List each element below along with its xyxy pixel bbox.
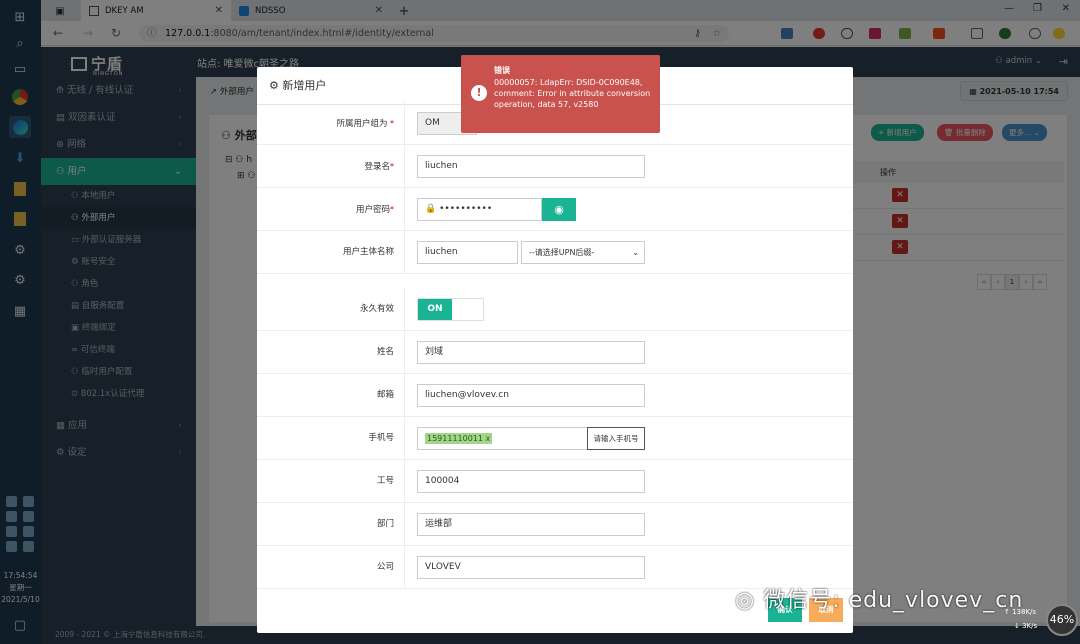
permanent-valid-toggle[interactable]: ON (417, 298, 484, 321)
usage-percent: 46% (1046, 604, 1078, 636)
label-text: 手机号 (368, 433, 394, 443)
net-speed-widget: ↑ 138K/s ↓ 3K/s 46% (1000, 604, 1080, 636)
form-row-login: 登录名* liuchen (257, 145, 853, 188)
label-text: 工号 (376, 476, 394, 486)
label-text: 永久有效 (359, 304, 394, 314)
name-input[interactable]: 刘域 (417, 341, 645, 364)
required-mark: * (387, 119, 394, 128)
password-label: 用户密码* (257, 188, 405, 231)
upn-input[interactable]: liuchen (417, 241, 518, 264)
user-settings-icon: ⚙ (269, 79, 283, 92)
toggle-on-label: ON (418, 299, 452, 320)
company-label: 公司 (257, 546, 405, 589)
label-text: 所属用户组为 (336, 119, 388, 129)
add-user-modal: ⚙ 新增用户 所属用户组为 * OM 登录名* liuchen 用户密码* 🔒 … (257, 67, 853, 633)
speed-value: 138K/s (1012, 608, 1037, 616)
form-row-upn: 用户主体名称 liuchen --请选择UPN后缀- ⌄ (257, 231, 853, 274)
department-input[interactable]: 运维部 (417, 513, 645, 536)
password-value: •••••••••• (439, 204, 493, 214)
form-row-valid: 永久有效 ON (257, 288, 853, 331)
form-row-dept: 部门 运维部 (257, 503, 853, 546)
label-text: 公司 (376, 562, 394, 572)
label-text: 部门 (376, 519, 394, 529)
wechat-watermark: ◎ 微信号: edu_vlovev_cn (735, 582, 1023, 614)
form-row-password: 用户密码* 🔒 •••••••••• ◉ (257, 188, 853, 231)
phone-input[interactable]: 15911110011 x (417, 427, 588, 450)
speed-value: 3K/s (1022, 622, 1038, 630)
upload-speed: ↑ 138K/s (1004, 608, 1037, 616)
required-mark: * (390, 205, 394, 214)
form-row-name: 姓名 刘域 (257, 331, 853, 374)
employee-no-input[interactable]: 100004 (417, 470, 645, 493)
download-speed: ↓ 3K/s (1014, 622, 1038, 630)
name-label: 姓名 (257, 331, 405, 374)
dept-label: 部门 (257, 503, 405, 546)
empno-label: 工号 (257, 460, 405, 503)
label-text: 用户主体名称 (342, 247, 394, 257)
label-text: 用户密码 (355, 205, 390, 215)
email-input[interactable]: liuchen@vlovev.cn (417, 384, 645, 407)
label-text: 姓名 (376, 347, 394, 357)
group-label: 所属用户组为 * (257, 102, 405, 145)
error-toast[interactable]: ! 错误 00000057: LdapErr: DSID-0C090E48, c… (461, 55, 660, 133)
company-input[interactable]: VLOVEV (417, 556, 645, 579)
form-row-email: 邮箱 liuchen@vlovev.cn (257, 374, 853, 417)
wechat-icon: ◎ (735, 588, 764, 613)
alert-icon: ! (471, 85, 487, 101)
login-name-input[interactable]: liuchen (417, 155, 645, 178)
password-input[interactable]: 🔒 •••••••••• (417, 198, 542, 221)
required-mark: * (390, 162, 394, 171)
label-text: 邮箱 (376, 390, 394, 400)
modal-title: 新增用户 (282, 79, 327, 92)
email-label: 邮箱 (257, 374, 405, 417)
phone-tag: 15911110011 x (425, 433, 493, 444)
watermark-text: 微信号: edu_vlovev_cn (763, 588, 1024, 613)
valid-label: 永久有效 (257, 288, 405, 331)
upn-label: 用户主体名称 (257, 231, 405, 274)
form-row-empno: 工号 100004 (257, 460, 853, 503)
phone-hint: 请输入手机号 (587, 427, 645, 450)
upn-suffix-select[interactable]: --请选择UPN后缀- ⌄ (521, 241, 645, 264)
show-password-eye-icon[interactable]: ◉ (542, 198, 576, 221)
toast-message: 00000057: LdapErr: DSID-0C090E48, commen… (494, 78, 651, 109)
form-row-phone: 手机号 15911110011 x 请输入手机号 (257, 417, 853, 460)
toast-title: 错误 (494, 66, 510, 75)
chevron-down-icon: ⌄ (632, 248, 639, 257)
login-label: 登录名* (257, 145, 405, 188)
lock-icon: 🔒 (425, 204, 440, 214)
phone-label: 手机号 (257, 417, 405, 460)
select-value: --请选择UPN后缀- (529, 248, 595, 257)
label-text: 登录名 (364, 162, 390, 172)
